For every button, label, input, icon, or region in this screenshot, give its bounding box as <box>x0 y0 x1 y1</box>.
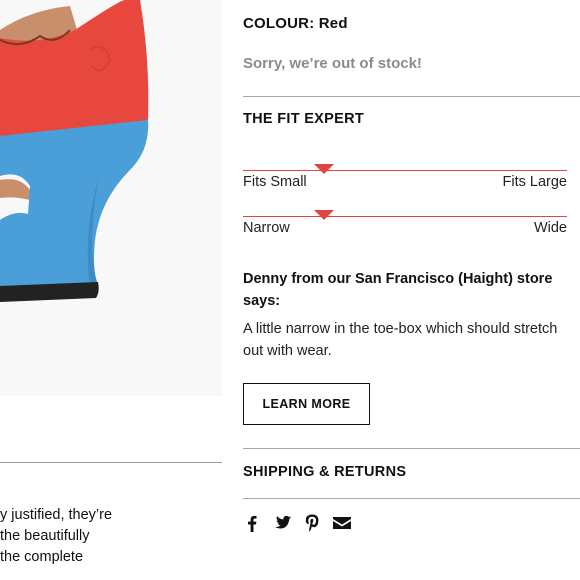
facebook-icon[interactable] <box>243 514 261 532</box>
divider <box>243 448 580 449</box>
email-icon[interactable] <box>333 514 351 532</box>
product-description: y justified, they’re the beautifully the… <box>0 505 222 568</box>
shoe-illustration <box>0 0 149 302</box>
staff-heading: Denny from our San Francisco (Haight) st… <box>243 271 553 309</box>
fit-scale-right-label: Wide <box>533 220 567 236</box>
fit-scale-size: Fits Small Fits Large <box>243 160 567 200</box>
staff-review: A little narrow in the toe-box which sho… <box>243 321 558 359</box>
shipping-returns-toggle[interactable]: SHIPPING & RETURNS <box>243 464 406 480</box>
fit-scale-marker <box>314 164 334 174</box>
left-column: y justified, they’re the beautifully the… <box>0 0 222 580</box>
colour-label: COLOUR: Red <box>243 15 348 32</box>
description-line: the beautifully <box>0 528 90 544</box>
divider <box>243 96 580 97</box>
fit-scale-line <box>243 170 567 171</box>
fit-scale-line <box>243 216 567 217</box>
fit-scale-marker <box>314 210 334 220</box>
right-column: COLOUR: Red Sorry, we’re out of stock! T… <box>243 0 580 580</box>
twitter-icon[interactable] <box>273 514 291 532</box>
description-line: the complete <box>0 549 84 565</box>
description-line: y justified, they’re <box>0 507 113 523</box>
learn-more-button[interactable]: LEARN MORE <box>243 383 370 425</box>
product-image[interactable] <box>0 0 222 396</box>
pinterest-icon[interactable] <box>303 514 321 532</box>
divider <box>243 498 580 499</box>
fit-expert-title: THE FIT EXPERT <box>243 111 365 127</box>
stock-message: Sorry, we’re out of stock! <box>243 55 422 72</box>
share-icons <box>243 514 351 532</box>
fit-scale-right-label: Fits Large <box>502 174 567 190</box>
fit-scale-left-label: Fits Small <box>243 174 307 190</box>
fit-scale-width: Narrow Wide <box>243 206 567 246</box>
left-divider <box>0 462 222 463</box>
fit-scale-left-label: Narrow <box>243 220 290 236</box>
